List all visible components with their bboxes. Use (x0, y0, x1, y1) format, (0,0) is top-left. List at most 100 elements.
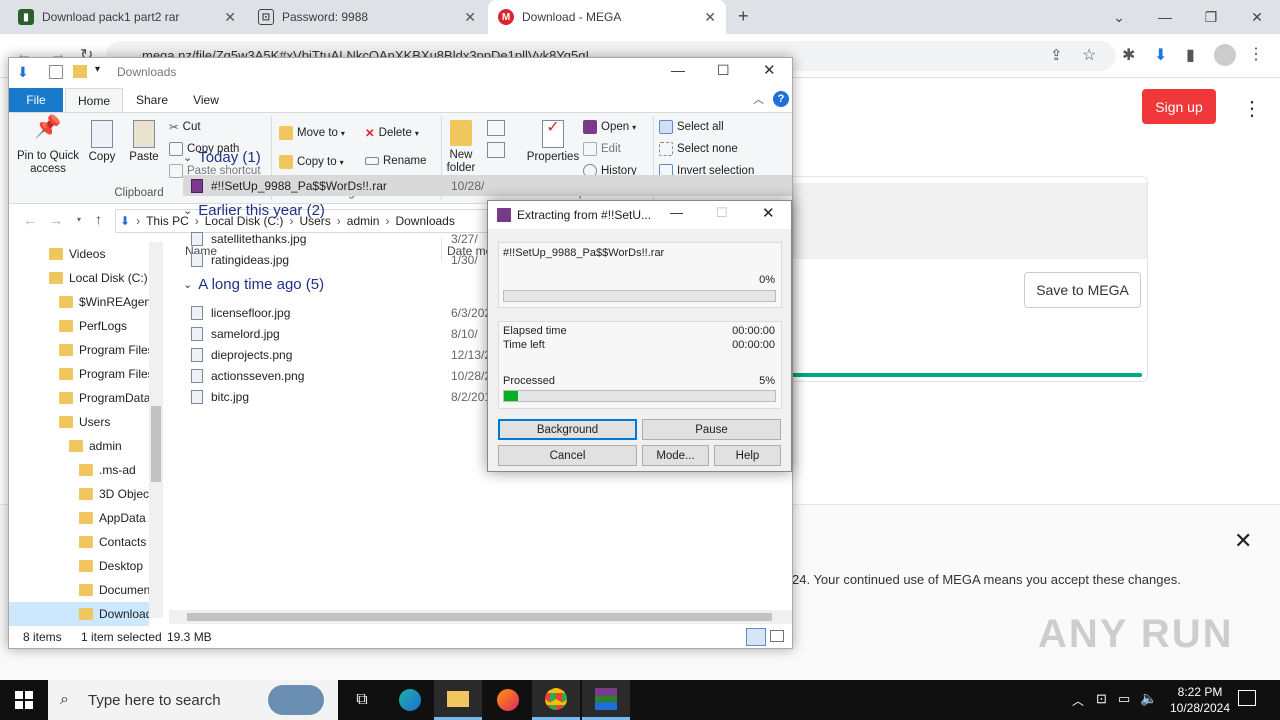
tab-file[interactable]: File (9, 88, 63, 112)
details-view-icon[interactable] (746, 628, 766, 646)
taskbar-clock[interactable]: 8:22 PM 10/28/2024 (1160, 684, 1240, 716)
close-window-icon[interactable]: ✕ (1234, 0, 1280, 34)
tab-close-icon[interactable]: ✕ (704, 9, 716, 26)
minimize-icon[interactable]: — (1142, 0, 1188, 34)
new-folder-button[interactable]: New folder (445, 120, 477, 175)
paste-button[interactable]: Paste (127, 120, 161, 164)
show-hidden-icons[interactable]: ︿ (1072, 692, 1084, 709)
nav-back-icon[interactable]: ← (23, 212, 37, 228)
tab-home[interactable]: Home (65, 88, 123, 112)
save-to-mega-button[interactable]: Save to MEGA (1024, 272, 1141, 308)
qat-dropdown-icon[interactable]: ▾ (95, 64, 100, 75)
cut-button[interactable]: ✂ Cut (169, 120, 201, 134)
horizontal-scrollbar[interactable] (169, 610, 792, 624)
open-button[interactable]: Open ▾ (583, 120, 636, 134)
tab-close-icon[interactable]: ✕ (224, 9, 236, 26)
easy-access-icon[interactable] (487, 142, 505, 158)
new-folder-qat-icon[interactable] (73, 65, 87, 78)
chrome-taskbar-icon[interactable] (532, 680, 580, 720)
copy-button[interactable]: Copy (85, 120, 119, 164)
nav-forward-icon[interactable]: → (49, 212, 63, 228)
nav-item[interactable]: PerfLogs (9, 314, 149, 338)
share-icon[interactable]: ⇪ (1050, 46, 1063, 64)
file-group-header[interactable]: ⌄ A long time ago (5) (183, 276, 324, 293)
properties-qat-icon[interactable] (49, 65, 63, 79)
tab-search-icon[interactable]: ⌄ (1096, 0, 1142, 34)
nav-item[interactable]: Contacts (9, 530, 149, 554)
bookmark-star-icon[interactable]: ☆ (1082, 45, 1096, 65)
large-icons-view-icon[interactable] (770, 630, 784, 642)
signup-button[interactable]: Sign up (1142, 89, 1216, 124)
select-all-button[interactable]: Select all (659, 120, 724, 134)
ribbon-collapse-icon[interactable]: ︿ (753, 91, 764, 107)
background-button[interactable]: Background (498, 419, 637, 440)
mega-menu-icon[interactable]: ⋮ (1242, 96, 1262, 121)
recent-locations-icon[interactable]: ▾ (77, 215, 81, 224)
notifications-icon[interactable] (1238, 690, 1256, 706)
display-tray-icon[interactable]: ▭ (1118, 691, 1130, 707)
firefox-icon[interactable] (484, 680, 532, 720)
nav-item[interactable]: $WinREAgent (9, 290, 154, 314)
nav-item[interactable]: Desktop (9, 554, 149, 578)
file-group-header[interactable]: ⌄ Today (1) (183, 149, 261, 166)
explorer-close-icon[interactable]: ✕ (763, 61, 776, 79)
nav-item[interactable]: Documents (9, 578, 160, 602)
edge-icon[interactable] (386, 680, 434, 720)
nav-item[interactable]: .ms-ad (9, 458, 149, 482)
volume-icon[interactable]: 🔈 (1140, 690, 1157, 707)
nav-item[interactable]: Local Disk (C:) (9, 266, 149, 290)
network-tray-icon[interactable]: ⊡ (1096, 691, 1107, 707)
nav-item[interactable]: admin (9, 434, 149, 458)
restore-icon[interactable]: ❐ (1188, 0, 1234, 34)
pause-button[interactable]: Pause (642, 419, 781, 440)
file-explorer-taskbar-icon[interactable] (434, 680, 482, 720)
nav-scrollbar[interactable] (149, 242, 163, 618)
explorer-minimize-icon[interactable]: — (671, 62, 685, 78)
profile-avatar-icon[interactable] (1214, 44, 1236, 66)
help-icon[interactable]: ? (773, 91, 789, 107)
explorer-maximize-icon[interactable]: ☐ (717, 62, 730, 79)
rename-button[interactable]: Rename (365, 155, 426, 167)
nav-scrollbar-thumb[interactable] (151, 406, 161, 482)
file-row[interactable]: #!!SetUp_9988_Pa$$WorDs!!.rar 10/28/ (183, 175, 792, 196)
new-item-icon[interactable] (487, 120, 505, 136)
start-button[interactable] (0, 680, 48, 720)
tab-view[interactable]: View (181, 88, 231, 112)
downloads-icon[interactable]: ⬇ (1154, 45, 1167, 65)
nav-item[interactable]: Users (9, 410, 149, 434)
cancel-button[interactable]: Cancel (498, 445, 637, 466)
tab-close-icon[interactable]: ✕ (464, 9, 476, 26)
pin-quick-access-button[interactable]: 📌 Pin to Quick access (15, 116, 81, 176)
winrar-taskbar-icon[interactable] (582, 680, 630, 720)
extensions-icon[interactable]: ✱ (1122, 45, 1135, 65)
task-view-icon[interactable]: ⧉ (338, 680, 386, 720)
side-panel-icon[interactable]: ▮ (1186, 45, 1195, 65)
copy-to-button[interactable]: Copy to ▾ (279, 155, 344, 169)
browser-tab-1[interactable]: ▮ Download pack1 part2 rar ✕ (8, 0, 246, 34)
move-to-button[interactable]: Move to ▾ (279, 126, 345, 140)
nav-item[interactable]: Program Files (9, 338, 154, 362)
nav-item[interactable]: AppData (9, 506, 149, 530)
nav-item[interactable]: ProgramData (9, 386, 150, 410)
rar-minimize-icon[interactable]: — (670, 205, 683, 220)
file-group-header[interactable]: ⌄ Earlier this year (2) (183, 202, 325, 219)
nav-item[interactable]: Program Files (9, 362, 154, 386)
browser-tab-2[interactable]: ⊡ Password: 9988 ✕ (248, 0, 486, 34)
edit-button[interactable]: Edit (583, 142, 621, 156)
nav-item[interactable]: 3D Objects (9, 482, 158, 506)
tab-share[interactable]: Share (127, 88, 177, 112)
new-tab-icon[interactable]: + (738, 6, 749, 27)
taskbar-search[interactable]: ⌕ Type here to search (48, 680, 338, 720)
select-none-button[interactable]: Select none (659, 142, 738, 156)
nav-item[interactable]: Videos (9, 242, 149, 266)
rar-close-icon[interactable]: ✕ (762, 204, 775, 222)
properties-button[interactable]: ✓ Properties (525, 120, 581, 164)
breadcrumb-item[interactable]: admin (347, 214, 380, 228)
banner-close-icon[interactable]: ✕ (1234, 528, 1252, 554)
hscroll-thumb[interactable] (187, 613, 772, 621)
chrome-menu-icon[interactable]: ⋮ (1248, 44, 1264, 64)
delete-button[interactable]: ✕ Delete ▾ (365, 126, 419, 140)
breadcrumb-item[interactable]: Downloads (395, 214, 454, 228)
browser-tab-3[interactable]: M Download - MEGA ✕ (488, 0, 726, 34)
nav-up-icon[interactable]: ↑ (95, 211, 102, 227)
